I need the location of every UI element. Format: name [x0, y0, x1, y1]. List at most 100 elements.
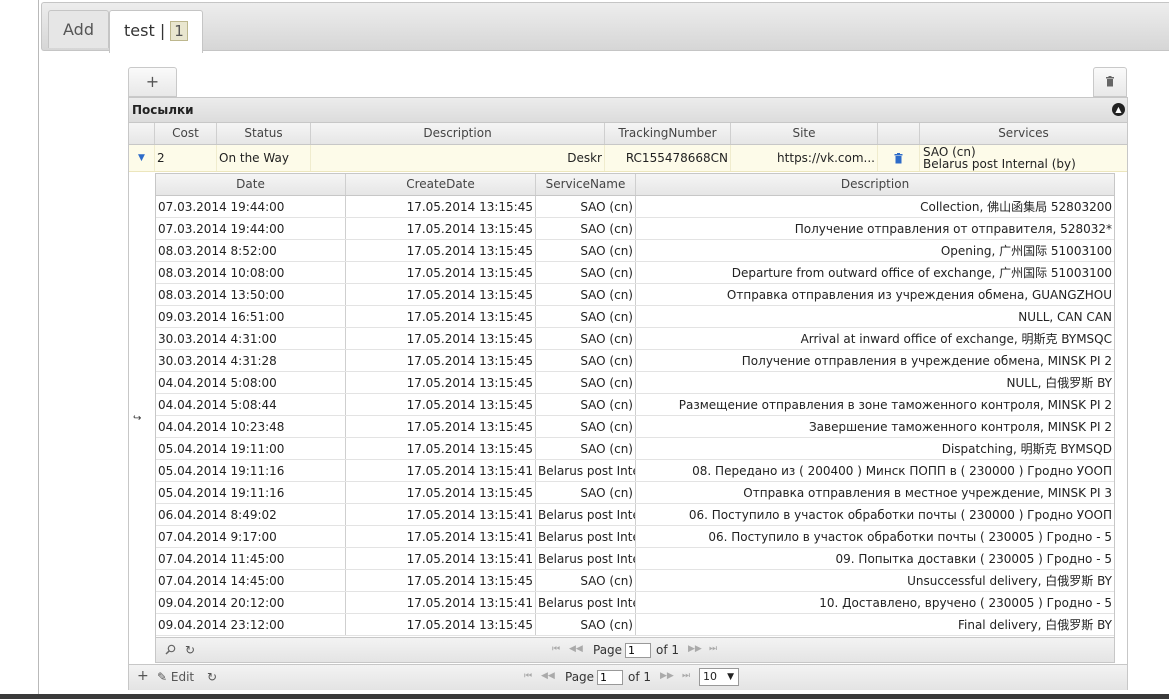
cell-description: Arrival at inward office of exchange, 明斯… [800, 332, 1112, 346]
table-row[interactable]: 08.03.2014 10:08:00 17.05.2014 13:15:45 SA… [156, 262, 1114, 284]
cell-createdate: 17.05.2014 13:15:45 [346, 218, 536, 239]
cell-createdate: 17.05.2014 13:15:41 [346, 548, 536, 569]
cell-description: Collection, 佛山函集局 52803200 [920, 200, 1112, 214]
cell-description: Завершение таможенного контроля, MINSK P… [808, 420, 1112, 434]
table-row[interactable]: 05.04.2014 19:11:16 17.05.2014 13:15:45 SA… [156, 482, 1114, 504]
next-page-icon[interactable]: ▶▶ [688, 644, 702, 654]
cell-description: Размещение отправления в зоне таможенног… [678, 398, 1112, 412]
table-row[interactable]: 04.04.2014 5:08:44 17.05.2014 13:15:45 SAO… [156, 394, 1114, 416]
header-status[interactable]: Status [217, 123, 311, 144]
table-row[interactable]: 04.04.2014 5:08:00 17.05.2014 13:15:45 SAO… [156, 372, 1114, 394]
prev-page-icon[interactable]: ◀◀ [569, 644, 583, 654]
page-size-select[interactable]: 10 ▼ [699, 668, 739, 686]
pager-of-label: of 1 [628, 670, 652, 684]
cell-date: 05.04.2014 19:11:00 [156, 438, 346, 459]
prev-page-icon[interactable]: ◀◀ [541, 671, 555, 681]
refresh-icon[interactable]: ↻ [207, 670, 217, 684]
search-icon[interactable] [165, 644, 176, 655]
cell-servicename: Belarus post Inte [536, 460, 636, 481]
cell-date: 07.04.2014 14:45:00 [156, 570, 346, 591]
trash-icon [894, 153, 903, 164]
add-row-button[interactable]: + [128, 67, 177, 97]
pager-page-input[interactable] [597, 670, 623, 685]
header-services[interactable]: Services [920, 123, 1127, 144]
subheader-servicename[interactable]: ServiceName [536, 174, 636, 195]
delete-button[interactable] [1093, 67, 1127, 97]
cell-date: 07.03.2014 19:44:00 [156, 218, 346, 239]
table-row[interactable]: ▼ 2 On the Way Deskr RC155478668CN https… [129, 145, 1127, 172]
table-row[interactable]: 04.04.2014 10:23:48 17.05.2014 13:15:45 SA… [156, 416, 1114, 438]
cell-date: 08.03.2014 8:52:00 [156, 240, 346, 261]
cell-createdate: 17.05.2014 13:15:45 [346, 372, 536, 393]
window-frame-left [38, 0, 39, 699]
subheader-date[interactable]: Date [156, 174, 346, 195]
cell-createdate: 17.05.2014 13:15:41 [346, 504, 536, 525]
edit-pencil-icon: ✎ [157, 670, 168, 684]
cell-createdate: 17.05.2014 13:15:45 [346, 306, 536, 327]
cell-createdate: 17.05.2014 13:15:41 [346, 460, 536, 481]
cell-date: 08.03.2014 10:08:00 [156, 262, 346, 283]
next-page-icon[interactable]: ▶▶ [660, 671, 674, 681]
table-row[interactable]: 09.03.2014 16:51:00 17.05.2014 13:15:45 SA… [156, 306, 1114, 328]
cell-createdate: 17.05.2014 13:15:45 [346, 482, 536, 503]
cell-date: 09.03.2014 16:51:00 [156, 306, 346, 327]
cell-servicename: SAO (cn) [536, 218, 636, 239]
table-row[interactable]: 08.03.2014 8:52:00 17.05.2014 13:15:45 SAO… [156, 240, 1114, 262]
tab-test[interactable]: test | 1 [109, 10, 203, 53]
collapse-icon[interactable]: ▲ [1112, 103, 1125, 116]
cell-createdate: 17.05.2014 13:15:45 [346, 416, 536, 437]
last-page-icon[interactable]: ⏭ [709, 644, 717, 654]
table-row[interactable]: 07.04.2014 9:17:00 17.05.2014 13:15:41 Bel… [156, 526, 1114, 548]
chevron-down-icon: ▼ [727, 672, 734, 682]
add-icon[interactable]: + [137, 668, 149, 684]
cell-date: 04.04.2014 10:23:48 [156, 416, 346, 437]
cell-description: Departure from outward office of exchang… [731, 266, 1112, 280]
cell-description: Opening, 广州国际 51003100 [940, 244, 1112, 258]
cell-date: 05.04.2014 19:11:16 [156, 482, 346, 503]
row-services: SAO (cn) Belarus post Internal (by) [920, 145, 1127, 171]
header-cost[interactable]: Cost [155, 123, 217, 144]
subheader-description[interactable]: Description [636, 174, 1114, 195]
header-tracking[interactable]: TrackingNumber [605, 123, 731, 144]
cell-description: Получение отправления от отправителя, 52… [794, 222, 1112, 236]
cell-servicename: SAO (cn) [536, 614, 636, 635]
row-site[interactable]: https://vk.com... [731, 145, 878, 171]
table-row[interactable]: 08.03.2014 13:50:00 17.05.2014 13:15:45 SA… [156, 284, 1114, 306]
header-site[interactable]: Site [731, 123, 878, 144]
table-row[interactable]: 07.03.2014 19:44:00 17.05.2014 13:15:45 SA… [156, 218, 1114, 240]
subpager-page-input[interactable] [625, 643, 651, 658]
table-row[interactable]: 05.04.2014 19:11:00 17.05.2014 13:15:45 SA… [156, 438, 1114, 460]
table-row[interactable]: 07.04.2014 11:45:00 17.05.2014 13:15:41 Be… [156, 548, 1114, 570]
table-row[interactable]: 05.04.2014 19:11:16 17.05.2014 13:15:41 Be… [156, 460, 1114, 482]
table-row[interactable]: 09.04.2014 23:12:00 17.05.2014 13:15:45 SA… [156, 614, 1114, 636]
cell-date: 09.04.2014 23:12:00 [156, 614, 346, 635]
cell-createdate: 17.05.2014 13:15:41 [346, 592, 536, 613]
cell-servicename: SAO (cn) [536, 482, 636, 503]
table-row[interactable]: 07.03.2014 19:44:00 17.05.2014 13:15:45 SA… [156, 196, 1114, 218]
cell-date: 04.04.2014 5:08:00 [156, 372, 346, 393]
cell-date: 07.04.2014 9:17:00 [156, 526, 346, 547]
table-row[interactable]: 06.04.2014 8:49:02 17.05.2014 13:15:41 Bel… [156, 504, 1114, 526]
table-row[interactable]: 09.04.2014 20:12:00 17.05.2014 13:15:41 Be… [156, 592, 1114, 614]
tab-add[interactable]: Add [48, 10, 109, 48]
table-row[interactable]: 30.03.2014 4:31:00 17.05.2014 13:15:45 SAO… [156, 328, 1114, 350]
expand-row-icon[interactable]: ▼ [129, 145, 155, 171]
first-page-icon[interactable]: ⏮ [524, 671, 532, 681]
cell-description: NULL, CAN CAN [1018, 310, 1112, 324]
subheader-createdate[interactable]: CreateDate [346, 174, 536, 195]
table-row[interactable]: 07.04.2014 14:45:00 17.05.2014 13:15:45 SA… [156, 570, 1114, 592]
first-page-icon[interactable]: ⏮ [552, 644, 560, 654]
cell-description: 09. Попытка доставки ( 230005 ) Гродно -… [835, 552, 1112, 566]
row-delete-button[interactable] [878, 145, 920, 171]
edit-button[interactable]: ✎ Edit [157, 670, 194, 684]
cell-date: 05.04.2014 19:11:16 [156, 460, 346, 481]
table-row[interactable]: 30.03.2014 4:31:28 17.05.2014 13:15:45 SAO… [156, 350, 1114, 372]
cell-servicename: SAO (cn) [536, 570, 636, 591]
last-page-icon[interactable]: ⏭ [682, 671, 690, 681]
header-description[interactable]: Description [311, 123, 605, 144]
cell-date: 30.03.2014 4:31:00 [156, 328, 346, 349]
row-service-2: Belarus post Internal (by) [923, 157, 1076, 171]
cell-date: 04.04.2014 5:08:44 [156, 394, 346, 415]
refresh-icon[interactable]: ↻ [185, 643, 195, 657]
grid-caption: Посылки ▲ [129, 98, 1127, 123]
